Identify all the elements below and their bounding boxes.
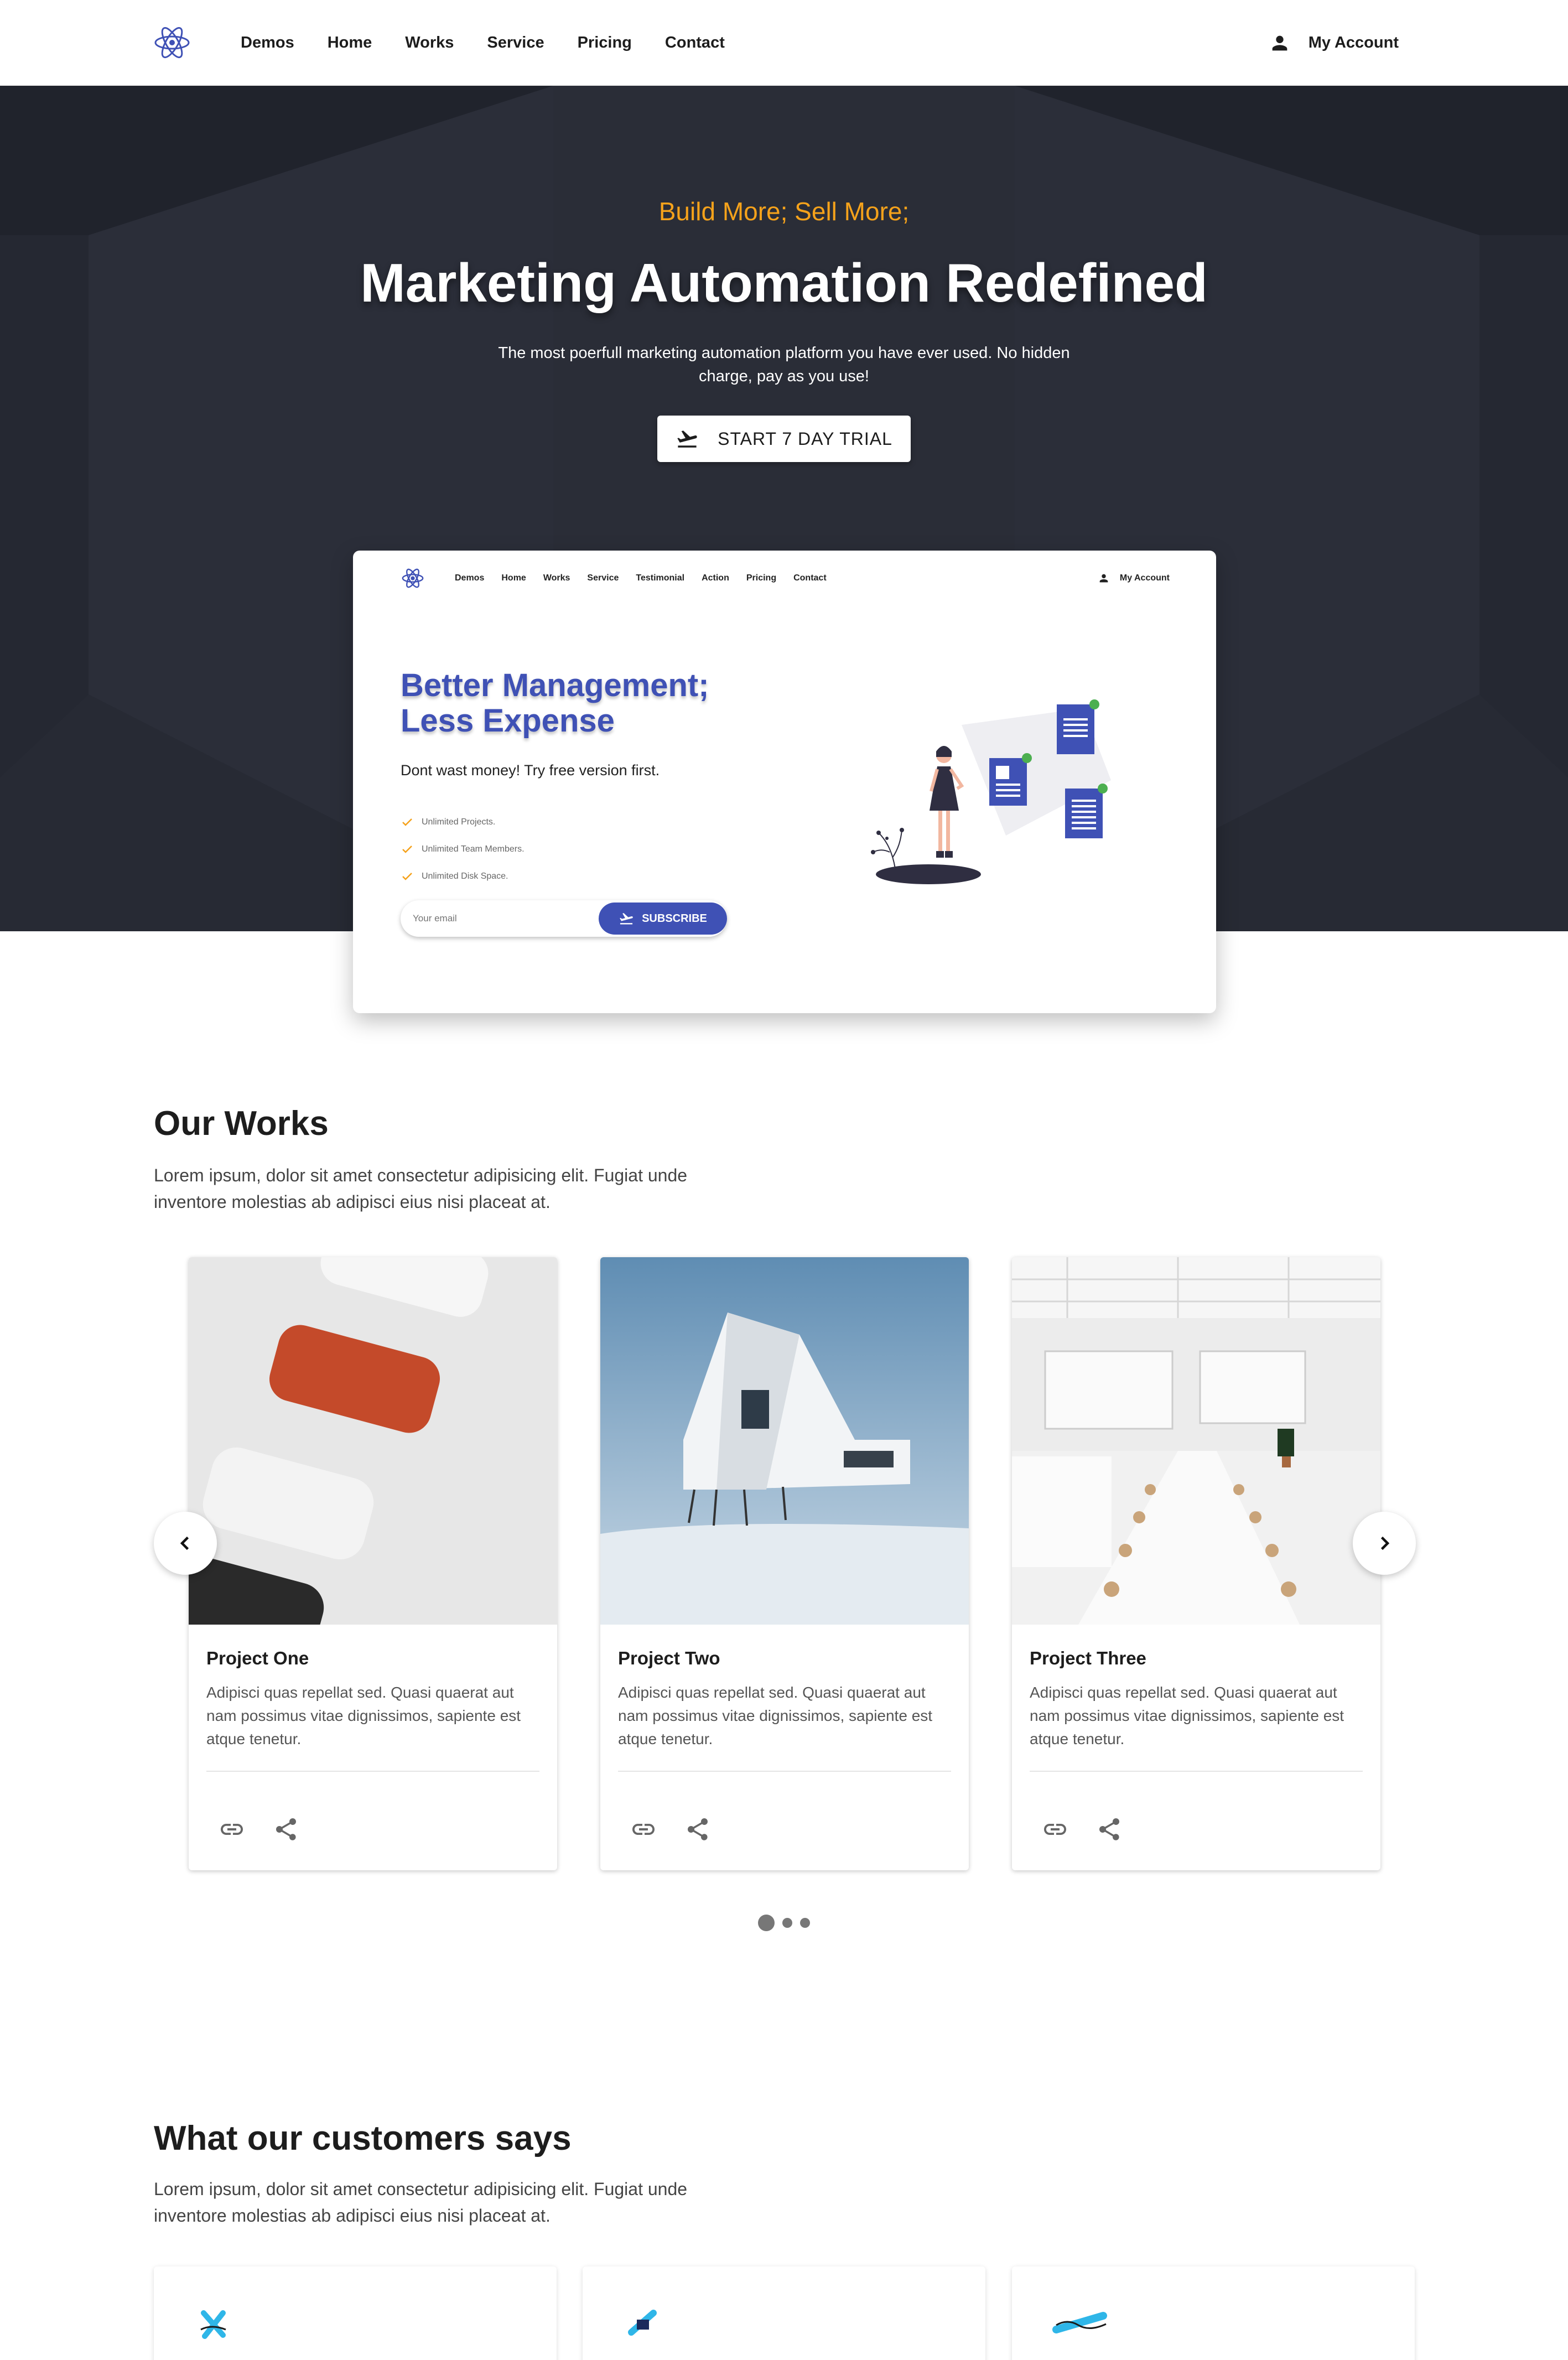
feature-item: Unlimited Disk Space.: [401, 863, 525, 890]
testimonials-description: Lorem ipsum, dolor sit amet consectetur …: [154, 2179, 688, 2226]
testimonials-title: What our customers says: [154, 2119, 572, 2157]
feature-item: Unlimited Team Members.: [401, 836, 525, 863]
subscribe-form: SUBSCRIBE: [401, 900, 727, 937]
nav-contact[interactable]: Contact: [665, 34, 725, 52]
email-input[interactable]: [413, 910, 579, 927]
top-navbar: Demos Home Works Service Pricing Contact…: [0, 0, 1568, 86]
feature-label: Unlimited Disk Space.: [422, 871, 508, 881]
preview-nav-action[interactable]: Action: [702, 573, 729, 583]
takeoff-icon: [620, 913, 633, 925]
testimonial-card: [154, 2266, 557, 2360]
preview-title: Better Management; Less Expense: [401, 668, 709, 739]
subscribe-label: SUBSCRIBE: [642, 912, 707, 925]
feature-label: Unlimited Projects.: [422, 817, 496, 827]
card-divider: [1030, 1771, 1363, 1772]
preview-account-label: My Account: [1119, 573, 1170, 583]
link-icon[interactable]: [219, 1816, 245, 1843]
account-icon: [1099, 574, 1108, 583]
preview-feature-list: Unlimited Projects. Unlimited Team Membe…: [401, 808, 525, 890]
chevron-right-icon: [1380, 1536, 1390, 1550]
chevron-left-icon: [180, 1536, 189, 1550]
preview-nav-contact[interactable]: Contact: [793, 573, 827, 583]
preview-nav-demos[interactable]: Demos: [455, 573, 484, 583]
carousel-prev-button[interactable]: [154, 1512, 217, 1575]
atom-logo-icon[interactable]: [154, 24, 190, 61]
feature-label: Unlimited Team Members.: [422, 844, 525, 854]
carousel-next-button[interactable]: [1353, 1512, 1416, 1575]
project-text: Adipisci quas repellat sed. Quasi quaera…: [206, 1684, 521, 1747]
atom-logo-icon: [402, 568, 424, 588]
main-menu: Demos Home Works Service Pricing Contact: [241, 0, 725, 86]
card-actions: [219, 1816, 299, 1843]
hero-title: Marketing Automation Redefined: [360, 252, 1208, 313]
testimonial-card: [1012, 2266, 1415, 2360]
project-three-image: [1012, 1257, 1380, 1625]
preview-nav-pricing[interactable]: Pricing: [746, 573, 776, 583]
brand-logo: [628, 2310, 657, 2336]
testimonial-card: [583, 2266, 985, 2360]
preview-title-line1: Better Management;: [401, 667, 709, 703]
preview-nav-testimonial[interactable]: Testimonial: [636, 573, 684, 583]
preview-nav-home[interactable]: Home: [501, 573, 526, 583]
nav-pricing[interactable]: Pricing: [578, 34, 632, 52]
hero-tagline: Build More; Sell More;: [658, 197, 910, 226]
project-title: Project Three: [1030, 1648, 1146, 1668]
project-card[interactable]: Project Three Adipisci quas repellat sed…: [1012, 1257, 1380, 1870]
carousel-pagination: [758, 1915, 810, 1931]
start-trial-button[interactable]: START 7 DAY TRIAL: [657, 416, 911, 462]
nav-demos[interactable]: Demos: [241, 34, 294, 52]
check-icon: [402, 872, 412, 880]
my-account-button[interactable]: My Account: [1269, 0, 1399, 86]
nav-home[interactable]: Home: [328, 34, 372, 52]
my-account-label: My Account: [1308, 34, 1399, 51]
works-title: Our Works: [154, 1104, 329, 1143]
preview-nav-service[interactable]: Service: [587, 573, 619, 583]
preview-account-button[interactable]: My Account: [1098, 551, 1170, 606]
fresh-brand-logo: [200, 2310, 226, 2339]
takeoff-icon: [677, 430, 697, 448]
link-icon[interactable]: [1042, 1816, 1068, 1843]
start-trial-label: START 7 DAY TRIAL: [718, 428, 892, 449]
carousel-dot[interactable]: [800, 1918, 810, 1928]
check-icon: [402, 818, 412, 826]
project-two-image: [600, 1257, 969, 1625]
project-title: Project One: [206, 1648, 309, 1668]
hero-description: The most poerfull marketing automation p…: [498, 344, 1070, 385]
carousel-dot-active[interactable]: [758, 1915, 775, 1931]
project-text: Adipisci quas repellat sed. Quasi quaera…: [1030, 1684, 1344, 1747]
preview-menu: Demos Home Works Service Testimonial Act…: [455, 551, 827, 606]
check-icon: [402, 845, 412, 853]
share-icon[interactable]: [1096, 1816, 1123, 1843]
preview-nav-works[interactable]: Works: [543, 573, 570, 583]
nav-works[interactable]: Works: [405, 34, 454, 52]
card-divider: [618, 1771, 951, 1772]
subscribe-button[interactable]: SUBSCRIBE: [599, 902, 727, 935]
card-divider: [206, 1771, 539, 1772]
preview-title-line2: Less Expense: [401, 703, 615, 739]
nav-service[interactable]: Service: [487, 34, 544, 52]
preview-subtitle: Dont wast money! Try free version first.: [401, 762, 660, 779]
preview-navbar: Demos Home Works Service Testimonial Act…: [353, 551, 1216, 606]
documents-illustration: [871, 699, 1111, 884]
geflecca-brand-logo: [1052, 2312, 1107, 2333]
card-actions: [1042, 1816, 1123, 1843]
works-description: Lorem ipsum, dolor sit amet consectetur …: [154, 1165, 688, 1212]
share-icon[interactable]: [684, 1816, 711, 1843]
link-icon[interactable]: [630, 1816, 657, 1843]
card-actions: [630, 1816, 711, 1843]
project-card[interactable]: Project One Adipisci quas repellat sed. …: [189, 1257, 557, 1870]
preview-screenshot-card: Demos Home Works Service Testimonial Act…: [353, 551, 1216, 1013]
project-title: Project Two: [618, 1648, 720, 1668]
carousel-dot[interactable]: [782, 1918, 792, 1928]
account-icon: [1272, 35, 1287, 50]
share-icon[interactable]: [273, 1816, 299, 1843]
feature-item: Unlimited Projects.: [401, 808, 525, 836]
project-text: Adipisci quas repellat sed. Quasi quaera…: [618, 1684, 933, 1747]
project-card[interactable]: Project Two Adipisci quas repellat sed. …: [600, 1257, 969, 1870]
project-one-image: [189, 1257, 557, 1625]
